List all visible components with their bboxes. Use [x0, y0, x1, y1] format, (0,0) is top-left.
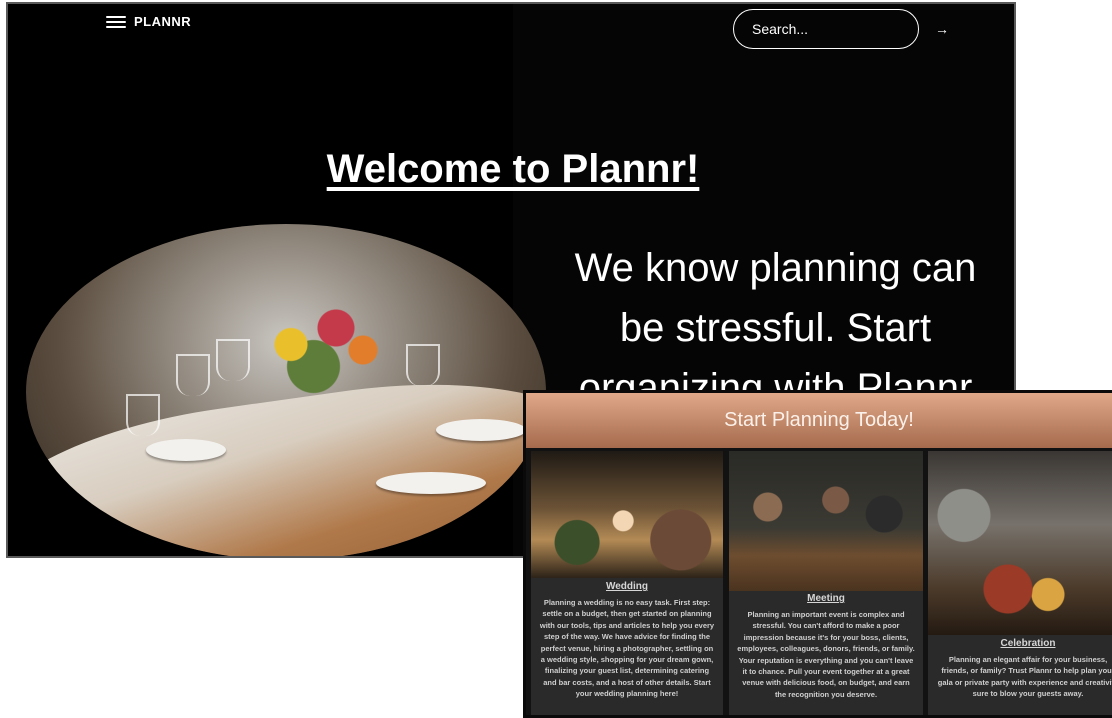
wine-glass — [216, 339, 250, 381]
dinner-plate — [146, 439, 226, 461]
wine-glass — [406, 344, 440, 386]
celebration-card[interactable]: Celebration Planning an elegant affair f… — [928, 451, 1112, 715]
celebration-card-text: Planning an elegant affair for your busi… — [937, 655, 1112, 699]
event-cards: Wedding Planning a wedding is no easy ta… — [531, 451, 1112, 715]
brand-name[interactable]: PLANNR — [134, 14, 191, 29]
dinner-plate — [436, 419, 526, 441]
wedding-card-title[interactable]: Wedding — [531, 581, 723, 592]
meeting-card-title[interactable]: Meeting — [729, 593, 923, 604]
wine-glass — [176, 354, 210, 396]
hamburger-menu-icon[interactable] — [106, 15, 126, 28]
wedding-card[interactable]: Wedding Planning a wedding is no easy ta… — [531, 451, 723, 715]
panel-header: Start Planning Today! — [526, 393, 1112, 448]
meeting-card-text: Planning an important event is complex a… — [737, 610, 915, 699]
search-input[interactable] — [750, 20, 935, 38]
meeting-photo — [729, 451, 923, 591]
celebration-photo — [928, 451, 1112, 635]
meeting-card[interactable]: Meeting Planning an important event is c… — [729, 451, 923, 715]
wedding-photo — [531, 451, 723, 578]
search-arrow-icon[interactable]: → — [935, 21, 949, 37]
panel-title: Start Planning Today! — [724, 409, 914, 431]
wine-glass — [126, 394, 160, 436]
start-planning-panel: Start Planning Today! Wedding Planning a… — [523, 390, 1112, 718]
search-bar[interactable]: → — [733, 9, 949, 49]
celebration-card-title[interactable]: Celebration — [928, 638, 1112, 649]
banquet-table-photo — [26, 224, 546, 556]
wedding-card-text: Planning a wedding is no easy task. Firs… — [539, 598, 715, 699]
dinner-plate — [376, 472, 486, 494]
flower-centerpiece — [246, 284, 396, 394]
page-title: Welcome to Plannr! — [326, 147, 700, 191]
brand[interactable]: PLANNR — [106, 14, 191, 29]
